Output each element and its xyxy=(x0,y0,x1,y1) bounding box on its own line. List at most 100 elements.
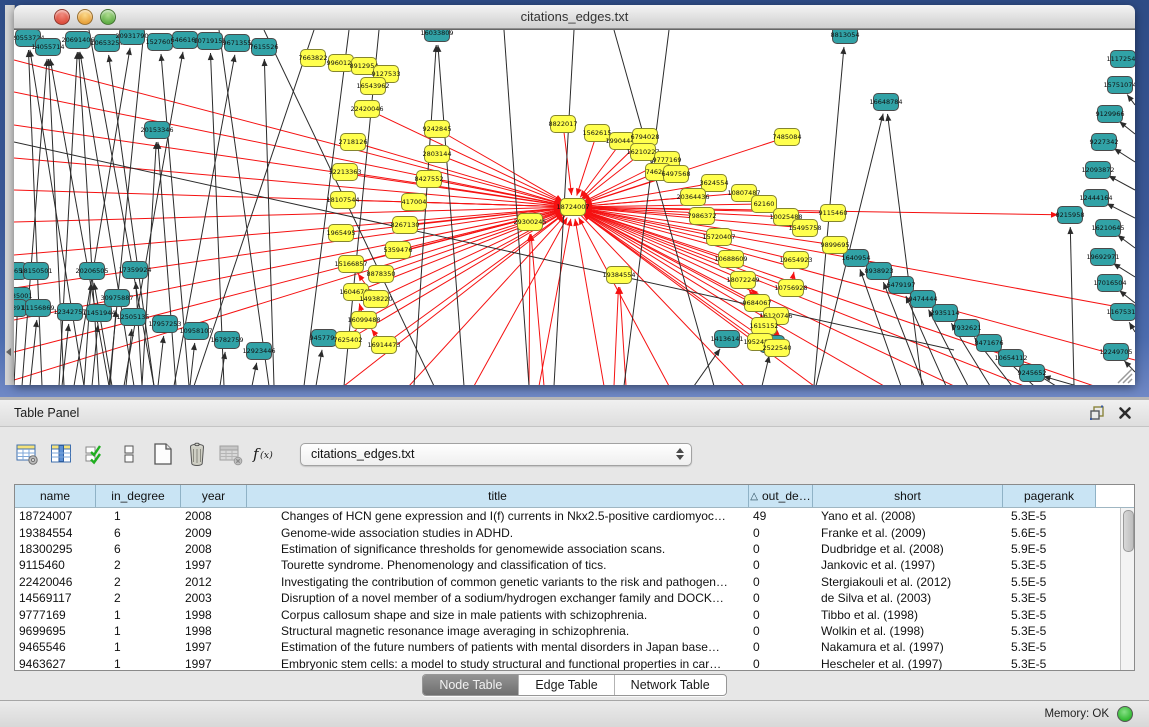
resize-grip[interactable] xyxy=(1128,379,1132,383)
table-cell[interactable]: 22420046 xyxy=(15,575,96,589)
table-row[interactable]: 946362711997Embryonic stem cells: a mode… xyxy=(15,656,1120,670)
show-columns-icon[interactable] xyxy=(48,441,74,467)
table-cell[interactable]: Estimation of the future numbers of pati… xyxy=(247,640,749,654)
close-window-icon[interactable] xyxy=(54,9,70,25)
table-cell[interactable]: 2 xyxy=(96,575,181,589)
table-cell[interactable]: 9463627 xyxy=(15,657,96,670)
table-row[interactable]: 1872400712008Changes of HCN gene express… xyxy=(15,508,1120,524)
tab-network-table[interactable]: Network Table xyxy=(614,675,726,695)
zoom-window-icon[interactable] xyxy=(100,9,116,25)
function-builder-icon[interactable]: f(x) xyxy=(252,441,278,467)
column-header-short[interactable]: short xyxy=(813,485,1003,507)
table-cell[interactable]: 2008 xyxy=(181,509,247,523)
table-cell[interactable]: 5.5E-5 xyxy=(1003,575,1096,589)
table-cell[interactable]: Genome-wide association studies in ADHD. xyxy=(247,526,749,540)
table-cell[interactable]: Disruption of a novel member of a sodium… xyxy=(247,591,749,605)
table-cell[interactable]: Dudbridge et al. (2008) xyxy=(813,542,1003,556)
table-cell[interactable]: Embryonic stem cells: a model to study s… xyxy=(247,657,749,670)
network-edge[interactable] xyxy=(158,142,176,385)
table-cell[interactable]: 5.3E-5 xyxy=(1003,509,1096,523)
table-row[interactable]: 969969511998Structural magnetic resonanc… xyxy=(15,623,1120,639)
table-cell[interactable]: 1 xyxy=(96,509,181,523)
table-cell[interactable]: 2012 xyxy=(181,575,247,589)
tab-node-table[interactable]: Node Table xyxy=(423,675,518,695)
table-selector[interactable]: citations_edges.txt xyxy=(300,443,692,466)
network-edge[interactable] xyxy=(158,336,164,385)
select-columns-icon[interactable] xyxy=(82,441,108,467)
table-row[interactable]: 946554611997Estimation of the future num… xyxy=(15,639,1120,655)
table-cell[interactable]: 2008 xyxy=(181,542,247,556)
table-cell[interactable]: 0 xyxy=(749,591,813,605)
network-edge[interactable] xyxy=(575,219,604,385)
table-cell[interactable]: 14569117 xyxy=(15,591,96,605)
table-cell[interactable]: 6 xyxy=(96,526,181,540)
column-header-title[interactable]: title xyxy=(247,485,749,507)
table-cell[interactable]: 1997 xyxy=(181,640,247,654)
table-row[interactable]: 1938455462009Genome-wide association stu… xyxy=(15,524,1120,540)
collapse-arrow-icon[interactable] xyxy=(6,348,11,356)
table-cell[interactable]: Wolkin et al. (1998) xyxy=(813,624,1003,638)
window-titlebar[interactable]: citations_edges.txt xyxy=(14,5,1135,29)
row-height-icon[interactable] xyxy=(116,441,142,467)
table-cell[interactable]: 5.3E-5 xyxy=(1003,640,1096,654)
table-cell[interactable]: 0 xyxy=(749,608,813,622)
network-graph[interactable]: 2055372414055714206914061065325720931790… xyxy=(14,30,1135,385)
network-edge[interactable] xyxy=(585,204,764,207)
table-cell[interactable]: 0 xyxy=(749,575,813,589)
table-cell[interactable]: 1 xyxy=(96,640,181,654)
table-cell[interactable]: Structural magnetic resonance image aver… xyxy=(247,624,749,638)
network-edge[interactable] xyxy=(367,109,562,202)
new-table-icon[interactable] xyxy=(150,441,176,467)
table-cell[interactable]: 49 xyxy=(749,509,813,523)
table-cell[interactable]: 9465546 xyxy=(15,640,96,654)
table-cell[interactable]: 0 xyxy=(749,624,813,638)
network-edge[interactable] xyxy=(474,218,567,385)
network-edge[interactable] xyxy=(504,30,529,385)
tab-edge-table[interactable]: Edge Table xyxy=(518,675,613,695)
table-cell[interactable]: 2 xyxy=(96,591,181,605)
column-header-name[interactable]: name xyxy=(15,485,96,507)
network-canvas[interactable]: 2055372414055714206914061065325720931790… xyxy=(14,29,1135,385)
network-edge[interactable] xyxy=(30,50,84,385)
table-row[interactable]: 2242004622012Investigating the contribut… xyxy=(15,574,1120,590)
network-view-window[interactable]: citations_edges.txt 20553724140557142069… xyxy=(14,5,1135,384)
table-cell[interactable]: 1 xyxy=(96,608,181,622)
vertical-scrollbar[interactable] xyxy=(1120,508,1134,670)
network-edge[interactable] xyxy=(74,48,130,385)
table-cell[interactable]: 9699695 xyxy=(15,624,96,638)
table-cell[interactable]: Stergiakouli et al. (2012) xyxy=(813,575,1003,589)
delete-table-icon[interactable] xyxy=(184,441,210,467)
network-edge[interactable] xyxy=(539,219,571,385)
column-header-out_de[interactable]: △out_de… xyxy=(749,485,813,507)
import-table-icon[interactable] xyxy=(218,441,244,467)
table-cell[interactable]: 0 xyxy=(749,657,813,670)
table-cell[interactable]: 0 xyxy=(749,542,813,556)
table-cell[interactable]: Franke et al. (2009) xyxy=(813,526,1003,540)
network-edge[interactable] xyxy=(30,320,37,385)
table-cell[interactable]: 2003 xyxy=(181,591,247,605)
table-row[interactable]: 977716911998Corpus callosum shape and si… xyxy=(15,606,1120,622)
table-cell[interactable]: 5.9E-5 xyxy=(1003,542,1096,556)
table-cell[interactable]: Changes of HCN gene expression and I(f) … xyxy=(247,509,749,523)
network-edge[interactable] xyxy=(438,45,464,385)
table-cell[interactable]: Estimation of significance thresholds fo… xyxy=(247,542,749,556)
table-cell[interactable]: Jankovic et al. (1997) xyxy=(813,558,1003,572)
network-edge[interactable] xyxy=(563,124,572,195)
table-cell[interactable]: 2009 xyxy=(181,526,247,540)
table-cell[interactable]: 5.3E-5 xyxy=(1003,558,1096,572)
table-cell[interactable]: 18724007 xyxy=(15,509,96,523)
table-cell[interactable]: 2 xyxy=(96,558,181,572)
table-row[interactable]: 1456911722003Disruption of a novel membe… xyxy=(15,590,1120,606)
table-cell[interactable]: 5.3E-5 xyxy=(1003,608,1096,622)
table-cell[interactable]: 1998 xyxy=(181,608,247,622)
network-edge[interactable] xyxy=(529,234,530,385)
table-cell[interactable]: 19384554 xyxy=(15,526,96,540)
table-cell[interactable]: 0 xyxy=(749,558,813,572)
table-row[interactable]: 1830029562008Estimation of significance … xyxy=(15,541,1120,557)
table-cell[interactable]: 5.3E-5 xyxy=(1003,591,1096,605)
table-cell[interactable]: 5.3E-5 xyxy=(1003,624,1096,638)
table-cell[interactable]: 5.3E-5 xyxy=(1003,657,1096,670)
network-edge[interactable] xyxy=(614,287,618,385)
table-cell[interactable]: Tibbo et al. (1998) xyxy=(813,608,1003,622)
network-edge[interactable] xyxy=(126,329,132,385)
